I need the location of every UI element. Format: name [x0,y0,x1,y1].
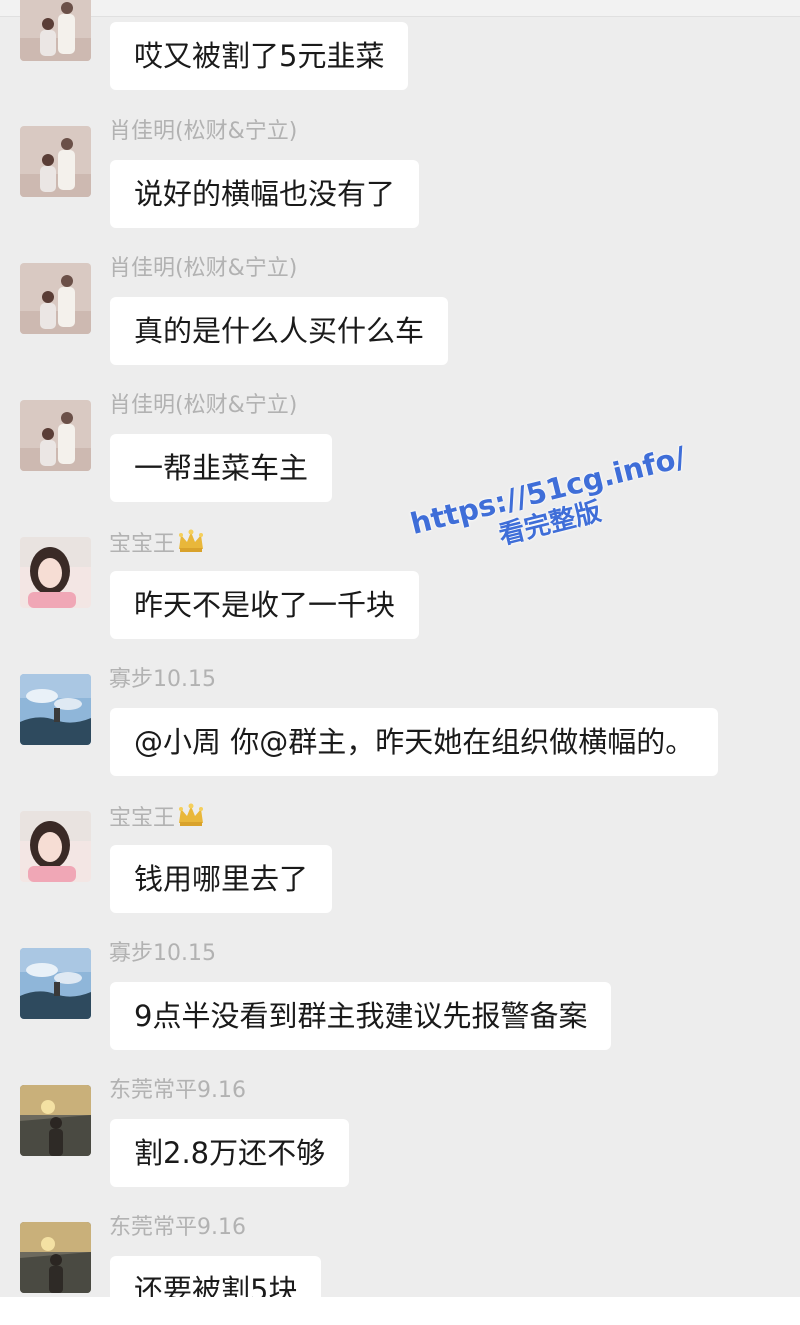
avatar[interactable] [20,1085,91,1156]
message-bubble[interactable]: 哎又被割了5元韭菜 [110,22,409,90]
sender-name: 宝宝王 [109,529,205,561]
message-text: 割2.8万还不够 [134,1136,326,1170]
message-text: 昨天不是收了一千块 [134,588,396,622]
sky-landscape-icon [20,948,91,1019]
avatar[interactable] [20,811,91,882]
avatar[interactable] [20,537,91,608]
message-bubble[interactable]: 说好的横幅也没有了 [110,160,420,228]
sender-name: 寡步10.15 [109,667,216,692]
message-bubble[interactable]: 钱用哪里去了 [110,845,333,913]
sender-name: 宝宝王 [109,803,205,835]
message-bubble[interactable]: 割2.8万还不够 [110,1119,350,1187]
sunset-person-icon [20,1085,91,1156]
couple-photo-icon [20,126,91,197]
bottom-cutoff [0,1297,800,1325]
avatar[interactable] [20,0,91,61]
sender-name: 寡步10.15 [109,941,216,966]
message-text: 说好的横幅也没有了 [134,177,396,211]
sender-name-text: 宝宝王 [109,532,176,557]
girl-selfie-icon [20,811,91,882]
avatar[interactable] [20,263,91,334]
message-bubble[interactable]: @小周 你@群主，昨天她在组织做横幅的。 [110,708,719,776]
sender-name: 东莞常平9.16 [109,1078,246,1103]
sender-name: 肖佳明(松财&宁立) [109,119,298,144]
message-text: @小周 你@群主，昨天她在组织做横幅的。 [134,725,695,759]
crown-icon [177,803,205,835]
girl-selfie-icon [20,537,91,608]
message-text: 一帮韭菜车主 [134,451,309,485]
avatar[interactable] [20,126,91,197]
sender-name: 东莞常平9.16 [109,1215,246,1240]
avatar[interactable] [20,1222,91,1293]
sky-landscape-icon [20,674,91,745]
sender-name-text: 宝宝王 [109,806,176,831]
crown-icon [177,529,205,561]
message-bubble[interactable]: 9点半没看到群主我建议先报警备案 [110,982,612,1050]
message-bubble[interactable]: 真的是什么人买什么车 [110,297,449,365]
avatar[interactable] [20,674,91,745]
message-bubble[interactable]: 昨天不是收了一千块 [110,571,420,639]
couple-photo-icon [20,263,91,334]
sunset-person-icon [20,1222,91,1293]
sender-name: 肖佳明(松财&宁立) [109,256,298,281]
message-text: 9点半没看到群主我建议先报警备案 [134,999,588,1033]
couple-photo-icon [20,400,91,471]
chat-message-list[interactable]: 哎又被割了5元韭菜 肖佳明(松财&宁立) 说好的横幅也没有了 肖佳明(松财&宁立… [0,0,800,1325]
message-bubble[interactable]: 一帮韭菜车主 [110,434,333,502]
avatar[interactable] [20,400,91,471]
sender-name: 肖佳明(松财&宁立) [109,393,298,418]
message-text: 真的是什么人买什么车 [134,314,425,348]
couple-photo-icon [20,0,91,61]
avatar[interactable] [20,948,91,1019]
message-text: 哎又被割了5元韭菜 [134,39,385,73]
message-text: 钱用哪里去了 [134,862,309,896]
